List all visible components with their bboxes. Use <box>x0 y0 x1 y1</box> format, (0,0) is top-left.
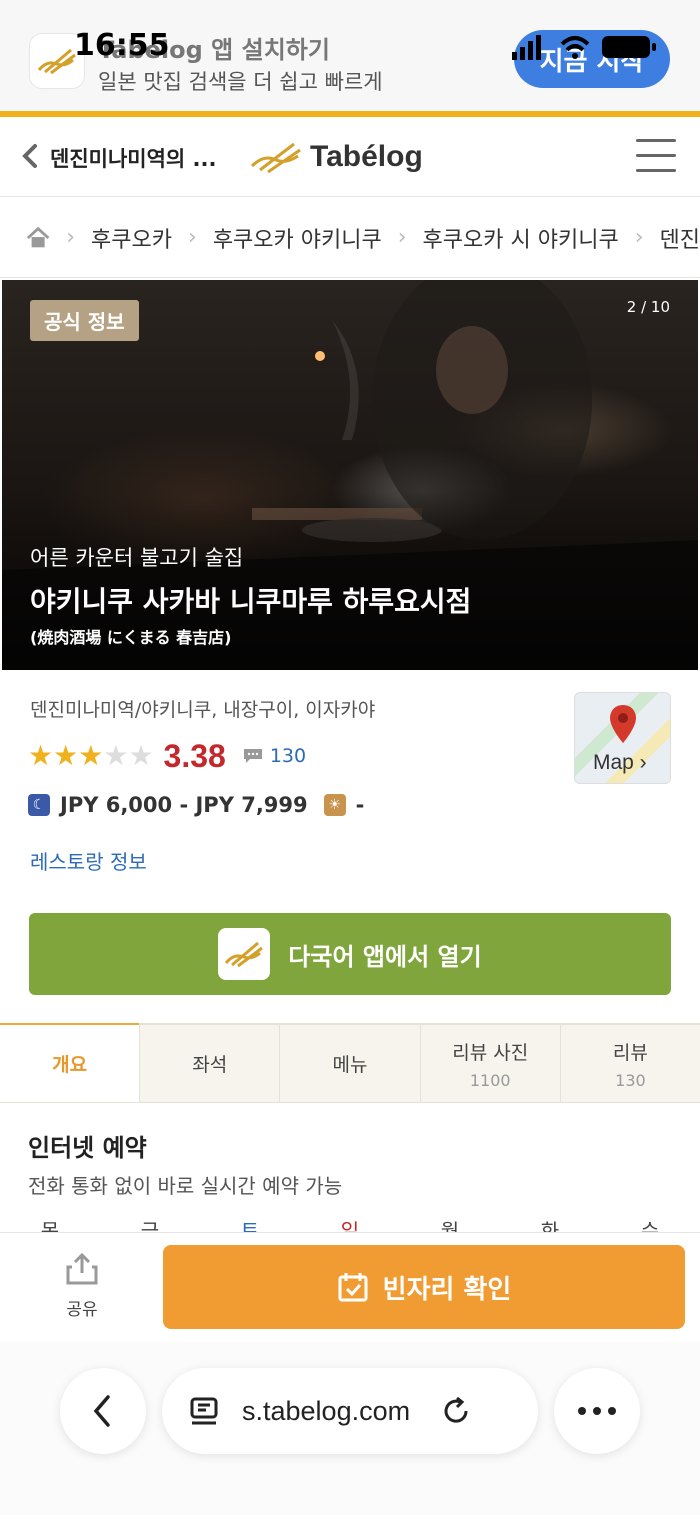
rating-score: 3.38 <box>163 737 226 774</box>
browser-toolbar: s.tabelog.com <box>0 1342 700 1515</box>
tab-reviews[interactable]: 리뷰 130 <box>559 1023 700 1102</box>
reload-icon[interactable] <box>440 1395 472 1427</box>
home-icon[interactable] <box>26 226 50 250</box>
online-reservation-subtitle: 전화 통화 없이 바로 실시간 예약 가능 <box>28 1174 343 1198</box>
breadcrumb-separator: › <box>397 225 407 250</box>
review-count-link[interactable]: 130 <box>270 745 306 767</box>
reader-mode-icon[interactable] <box>188 1395 220 1427</box>
official-info-badge: 공식 정보 <box>30 300 139 341</box>
open-in-app-label: 다국어 앱에서 열기 <box>288 942 482 971</box>
chopsticks-logo-icon <box>225 941 264 968</box>
sticky-action-bar: 공유 빈자리 확인 <box>0 1232 700 1342</box>
star-icon: ★ <box>53 739 79 772</box>
weekday-label: 수 <box>640 1220 660 1232</box>
address-bar[interactable]: s.tabelog.com <box>162 1368 538 1454</box>
photo-counter: 2 / 10 <box>626 298 670 316</box>
breadcrumb-separator: › <box>188 225 197 250</box>
breadcrumb-item-fukuoka-city-yakiniku[interactable]: 후쿠오카 시 야키니쿠 <box>423 222 619 254</box>
restaurant-name: 야키니쿠 사카바 니쿠마루 하루요시점 <box>30 585 472 618</box>
logo-text: Tabélog <box>310 140 423 173</box>
tab-seats[interactable]: 좌석 <box>139 1023 280 1102</box>
site-header: 덴진미나미역의 ... Tabélog <box>0 117 700 197</box>
share-button[interactable]: 공유 <box>50 1251 114 1331</box>
moon-icon: ☾ <box>28 794 50 816</box>
sun-icon: ☀ <box>323 794 346 816</box>
hero-photo[interactable]: 공식 정보 2 / 10 어른 카운터 불고기 술집 야키니쿠 사카바 니쿠마루… <box>2 280 698 670</box>
calendar-weekdays: 목 금 토 일 월 화 수 <box>0 1220 700 1232</box>
status-time: 16:55 <box>74 28 170 63</box>
weekday-label: 목 <box>40 1220 60 1232</box>
restaurant-tabs: 개요 좌석 메뉴 리뷰 사진 1100 리뷰 130 <box>0 1023 700 1103</box>
map-thumbnail[interactable]: Map › <box>574 692 671 784</box>
battery-icon <box>602 36 656 58</box>
signal-icon <box>512 35 541 60</box>
restaurant-info-link[interactable]: 레스토랑 정보 <box>30 846 147 875</box>
comment-icon <box>243 749 262 763</box>
tabelog-app-icon <box>218 928 271 980</box>
weekday-label: 토 <box>240 1220 260 1232</box>
check-availability-button[interactable]: 빈자리 확인 <box>163 1245 685 1329</box>
tab-overview[interactable]: 개요 <box>0 1023 140 1102</box>
breadcrumb-item-fukuoka-yakiniku[interactable]: 후쿠오카 야키니쿠 <box>213 222 382 254</box>
map-pin-icon <box>610 705 636 743</box>
share-label: 공유 <box>66 1300 98 1320</box>
station-genre: 덴진미나미역/야키니쿠, 내장구이, 이자카야 <box>30 699 376 721</box>
map-label: Map › <box>593 751 647 774</box>
tab-menu[interactable]: 메뉴 <box>279 1023 420 1102</box>
dinner-price: JPY 6,000 - JPY 7,999 <box>60 793 308 817</box>
back-link-station[interactable]: 덴진미나미역의 ... <box>50 143 216 173</box>
breadcrumb: › 후쿠오카 › 후쿠오카 야키니쿠 › 후쿠오카 시 야키니쿠 › 덴진 <box>0 198 700 278</box>
more-options-button[interactable] <box>554 1368 640 1454</box>
browser-back-button[interactable] <box>60 1368 146 1454</box>
online-reservation-title: 인터넷 예약 <box>28 1134 147 1162</box>
chevron-left-icon[interactable] <box>18 141 42 171</box>
open-in-app-button[interactable]: 다국어 앱에서 열기 <box>29 913 671 995</box>
star-icon: ★ <box>78 739 104 772</box>
breadcrumb-separator: › <box>66 225 76 250</box>
chopsticks-logo-icon <box>37 48 76 75</box>
calendar-check-icon <box>338 1273 368 1302</box>
banner-subtitle: 일본 맛집 검색을 더 쉽고 빠르게 <box>98 70 383 94</box>
weekday-label: 화 <box>540 1220 560 1232</box>
check-availability-label: 빈자리 확인 <box>382 1274 512 1305</box>
tab-count: 130 <box>615 1070 646 1090</box>
url-text: s.tabelog.com <box>242 1395 411 1426</box>
chevron-left-icon <box>93 1395 110 1427</box>
restaurant-catchphrase: 어른 카운터 불고기 술집 <box>30 546 244 570</box>
rating-row: ★ ★ ★ ★ ★ 3.38 130 <box>28 734 306 778</box>
wifi-icon <box>560 36 590 59</box>
star-icon: ★ <box>103 739 129 772</box>
star-icon: ★ <box>128 739 154 772</box>
breadcrumb-item-fukuoka[interactable]: 후쿠오카 <box>91 222 172 254</box>
lunch-price: - <box>355 793 365 817</box>
breadcrumb-separator: › <box>634 225 644 250</box>
hamburger-menu-icon[interactable] <box>636 139 676 175</box>
price-row: ☾ JPY 6,000 - JPY 7,999 ☀ - <box>28 790 364 820</box>
more-horizontal-icon <box>578 1407 616 1415</box>
weekday-label: 금 <box>140 1220 160 1232</box>
restaurant-name-japanese: (焼肉酒場 にくまる 春吉店) <box>30 628 232 647</box>
share-icon <box>66 1252 98 1285</box>
star-icon: ★ <box>28 739 54 772</box>
weekday-label: 월 <box>440 1220 460 1232</box>
chopsticks-logo-icon <box>250 142 301 174</box>
tabelog-logo[interactable]: Tabélog <box>250 135 423 179</box>
status-icons <box>512 35 656 60</box>
weekday-label: 일 <box>340 1220 360 1232</box>
breadcrumb-item-tenjin[interactable]: 덴진 <box>660 222 700 254</box>
tab-review-photos[interactable]: 리뷰 사진 1100 <box>419 1023 560 1102</box>
tab-count: 1100 <box>469 1070 511 1090</box>
